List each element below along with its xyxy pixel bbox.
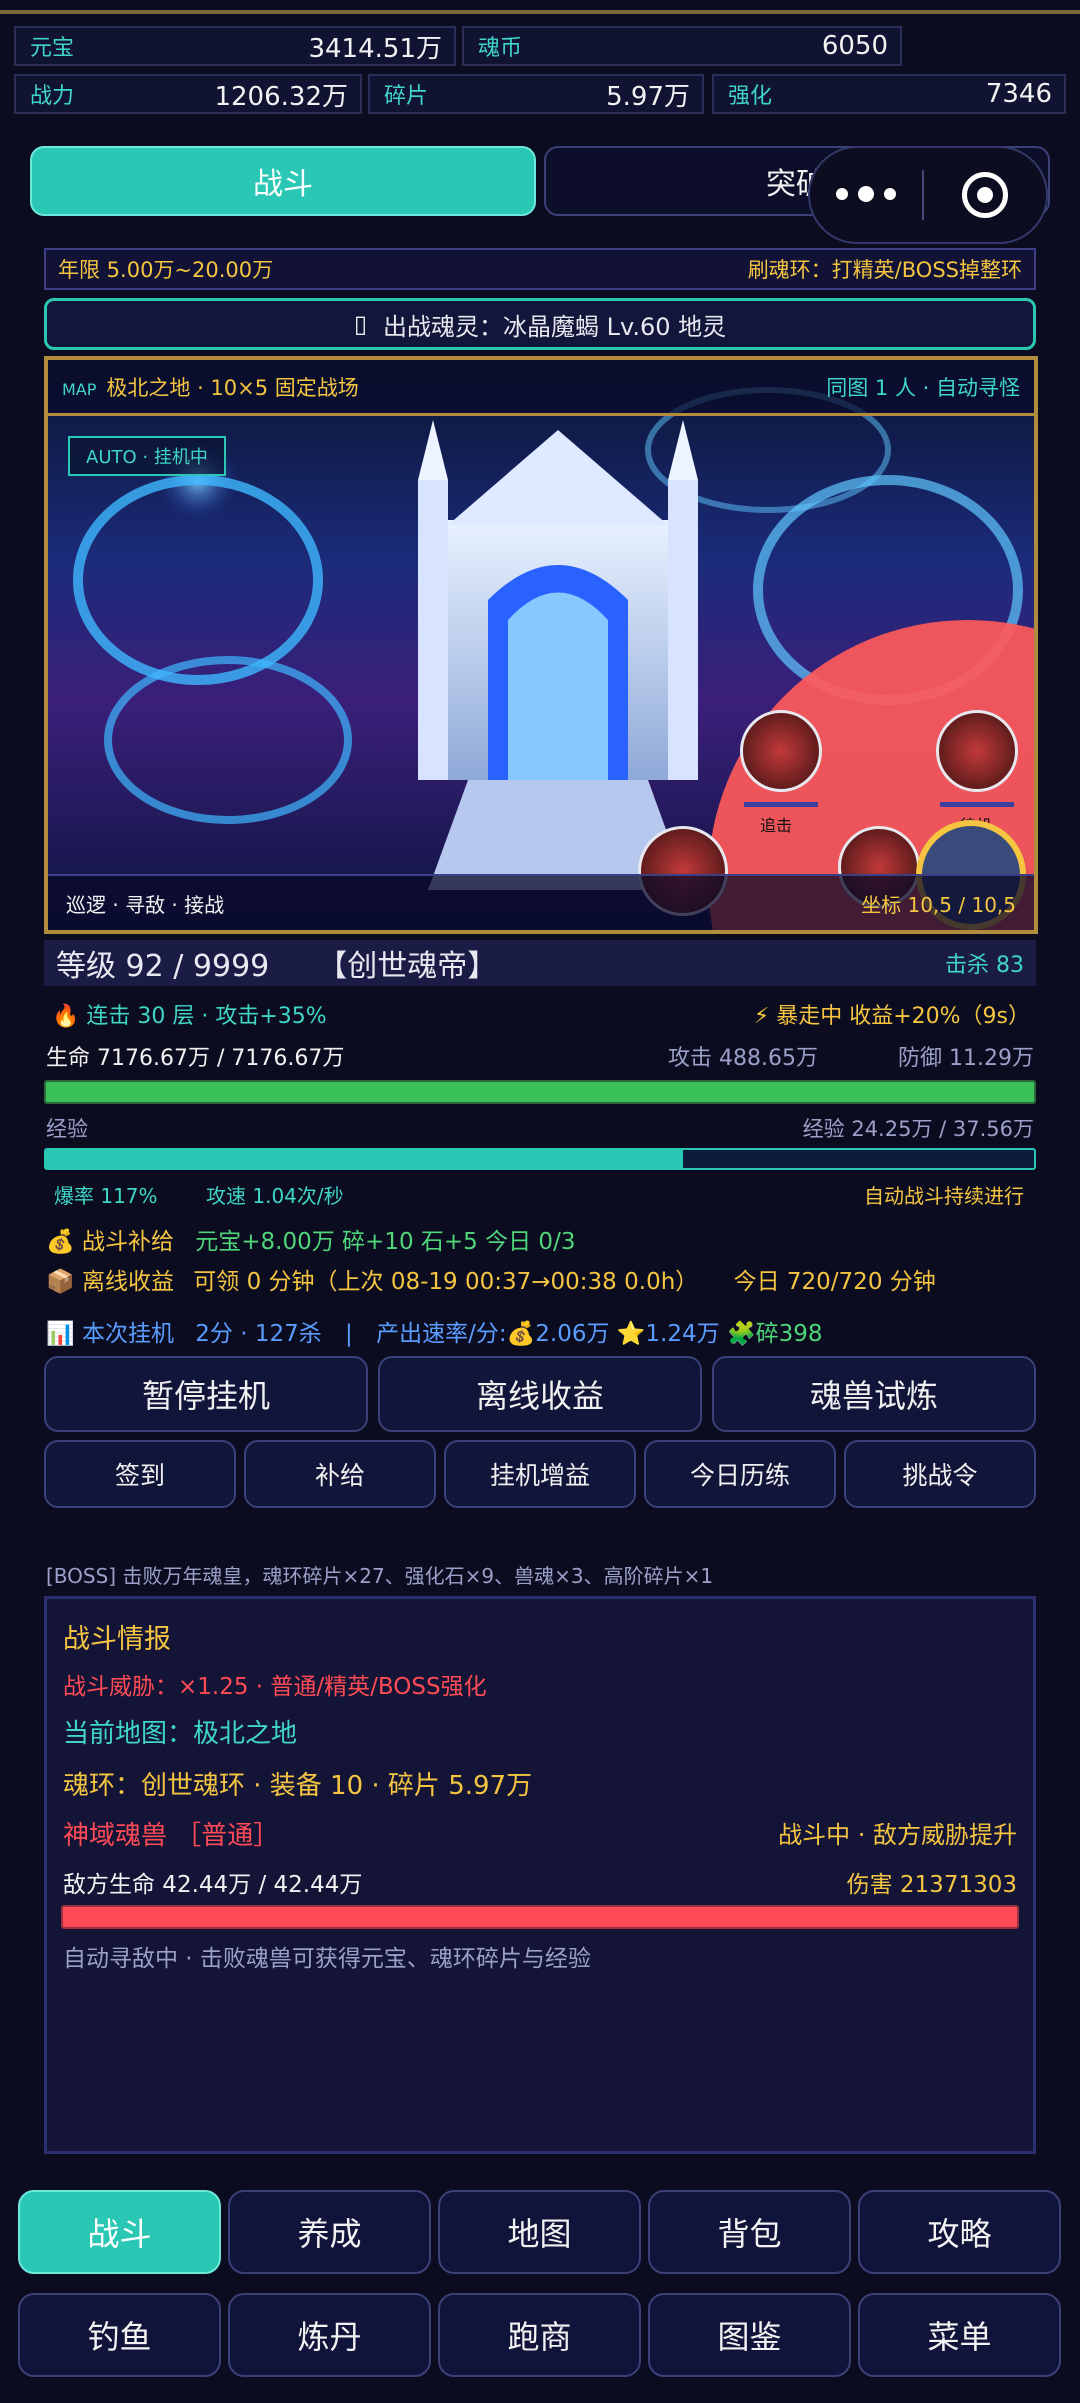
exp-text: 经验 24.25万 / 37.56万 — [802, 1117, 1034, 1141]
chart-icon: 📊 — [46, 1321, 75, 1347]
nav-guide[interactable]: 攻略 — [858, 2190, 1061, 2274]
battle-threat: 战斗威胁：×1.25 · 普通/精英/BOSS强化 — [63, 1674, 487, 1700]
lightning-icon: ⚡ — [753, 1004, 770, 1029]
enemy-hp-bar — [61, 1905, 1019, 1929]
battle-status: 战斗中 · 敌方威胁提升 — [778, 1821, 1017, 1849]
idle-boost-button[interactable]: 挂机增益 — [444, 1440, 636, 1508]
battle-footer: 自动寻敌中 · 击败魂兽可获得元宝、魂环碎片与经验 — [63, 1946, 591, 1972]
nav-menu[interactable]: 菜单 — [858, 2293, 1061, 2377]
miniprogram-capsule — [808, 146, 1048, 244]
monster-label: 追击 — [760, 816, 793, 835]
nav-map[interactable]: 地图 — [438, 2190, 641, 2274]
boss-log: [BOSS] 击败万年魂皇，魂环碎片×27、强化石×9、兽魂×3、高阶碎片×1 — [46, 1564, 714, 1588]
map-scene: MAP 极北之地 · 10×5 固定战场 同图 1 人 · 自动寻怪 AUTO ·… — [44, 356, 1038, 934]
level-row: 等级 92 / 9999 【创世魂帝】 击杀 83 — [44, 940, 1036, 986]
nav-fishing[interactable]: 钓鱼 — [18, 2293, 221, 2377]
nav-bag[interactable]: 背包 — [648, 2190, 851, 2274]
map-header: MAP 极北之地 · 10×5 固定战场 同图 1 人 · 自动寻怪 — [48, 360, 1034, 416]
monster-token[interactable] — [936, 710, 1018, 792]
offline-row: 📦 离线收益 可领 0 分钟（上次 08-19 00:37→00:38 0.0h… — [46, 1269, 936, 1295]
stat-enhance: 强化 7346 — [712, 74, 1066, 114]
crit-rate: 爆率 117% — [54, 1184, 158, 1208]
enemy-hp-text: 敌方生命 42.44万 / 42.44万 — [63, 1872, 363, 1898]
defense-stat: 防御 11.29万 — [898, 1046, 1034, 1071]
nav-alchemy[interactable]: 炼丹 — [228, 2293, 431, 2377]
enemy-hp-bar-fill — [63, 1907, 1017, 1927]
nav-codex[interactable]: 图鉴 — [648, 2293, 851, 2377]
session-row: 📊 本次挂机 2分 · 127杀 | 产出速率/分:💰2.06万 ⭐1.24万 … — [46, 1321, 823, 1347]
box-icon: 📦 — [46, 1269, 75, 1295]
top-border — [0, 10, 1080, 14]
life-text: 生命 7176.67万 / 7176.67万 — [46, 1046, 345, 1071]
rush-status: ⚡ 暴走中 收益+20%（9s） — [753, 1004, 1030, 1029]
challenge-token-button[interactable]: 挑战令 — [844, 1440, 1036, 1508]
battle-panel-title: 战斗情报 — [63, 1624, 171, 1655]
nav-cultivate[interactable]: 养成 — [228, 2190, 431, 2274]
stat-yuanbao: 元宝 3414.51万 — [14, 26, 456, 66]
tab-battle[interactable]: 战斗 — [30, 146, 536, 216]
current-map: 当前地图：极北之地 — [63, 1719, 298, 1749]
combo-status: 🔥 连击 30 层 · 攻击+35% — [52, 1004, 327, 1029]
soul-ring-info: 魂环：创世魂环 · 装备 10 · 碎片 5.97万 — [63, 1771, 533, 1801]
exp-bar-fill — [46, 1150, 684, 1168]
beast-trial-button[interactable]: 魂兽试炼 — [712, 1356, 1036, 1432]
auto-badge[interactable]: AUTO · 挂机中 — [68, 436, 226, 476]
offline-income-button[interactable]: 离线收益 — [378, 1356, 702, 1432]
supply-row: 💰 战斗补给 元宝+8.00万 碎+10 石+5 今日 0/3 — [46, 1229, 576, 1255]
life-bar-fill — [46, 1082, 1034, 1102]
exp-bar — [44, 1148, 1036, 1170]
nav-battle[interactable]: 战斗 — [18, 2190, 221, 2274]
monster-hp-bar — [744, 802, 818, 807]
stat-soul-coin: 魂币 6050 — [462, 26, 902, 66]
damage-text: 伤害 21371303 — [846, 1872, 1017, 1898]
life-bar — [44, 1080, 1036, 1104]
money-bag-icon: 💰 — [46, 1229, 75, 1255]
monster-token[interactable] — [740, 710, 822, 792]
attack-stat: 攻击 488.65万 — [668, 1046, 818, 1071]
sparkle-icon: ▯ — [353, 310, 368, 338]
map-footer: 巡逻 · 寻敌 · 接战 坐标 10,5 / 10,5 — [48, 874, 1034, 930]
sign-in-button[interactable]: 签到 — [44, 1440, 236, 1508]
monster-hp-bar — [940, 802, 1014, 807]
stat-shards: 碎片 5.97万 — [368, 74, 704, 114]
pause-idle-button[interactable]: 暂停挂机 — [44, 1356, 368, 1432]
auto-battle-note: 自动战斗持续进行 — [864, 1184, 1024, 1208]
more-icon[interactable] — [810, 186, 922, 202]
battle-panel: 战斗情报 战斗威胁：×1.25 · 普通/精英/BOSS强化 当前地图：极北之地… — [44, 1596, 1036, 2154]
info-bar: 年限 5.00万~20.00万 刷魂环：打精英/BOSS掉整环 — [44, 248, 1036, 290]
nav-trade[interactable]: 跑商 — [438, 2293, 641, 2377]
close-target-icon[interactable] — [924, 172, 1046, 218]
enemy-name: 神域魂兽 ［普通］ — [63, 1821, 280, 1851]
attack-speed: 攻速 1.04次/秒 — [206, 1184, 344, 1208]
exp-label: 经验 — [46, 1117, 88, 1141]
supply-button[interactable]: 补给 — [244, 1440, 436, 1508]
spirit-banner[interactable]: ▯ 出战魂灵：冰晶魔蝎 Lv.60 地灵 — [44, 298, 1036, 350]
daily-training-button[interactable]: 今日历练 — [644, 1440, 836, 1508]
stat-power: 战力 1206.32万 — [14, 74, 362, 114]
fire-icon: 🔥 — [52, 1004, 80, 1029]
